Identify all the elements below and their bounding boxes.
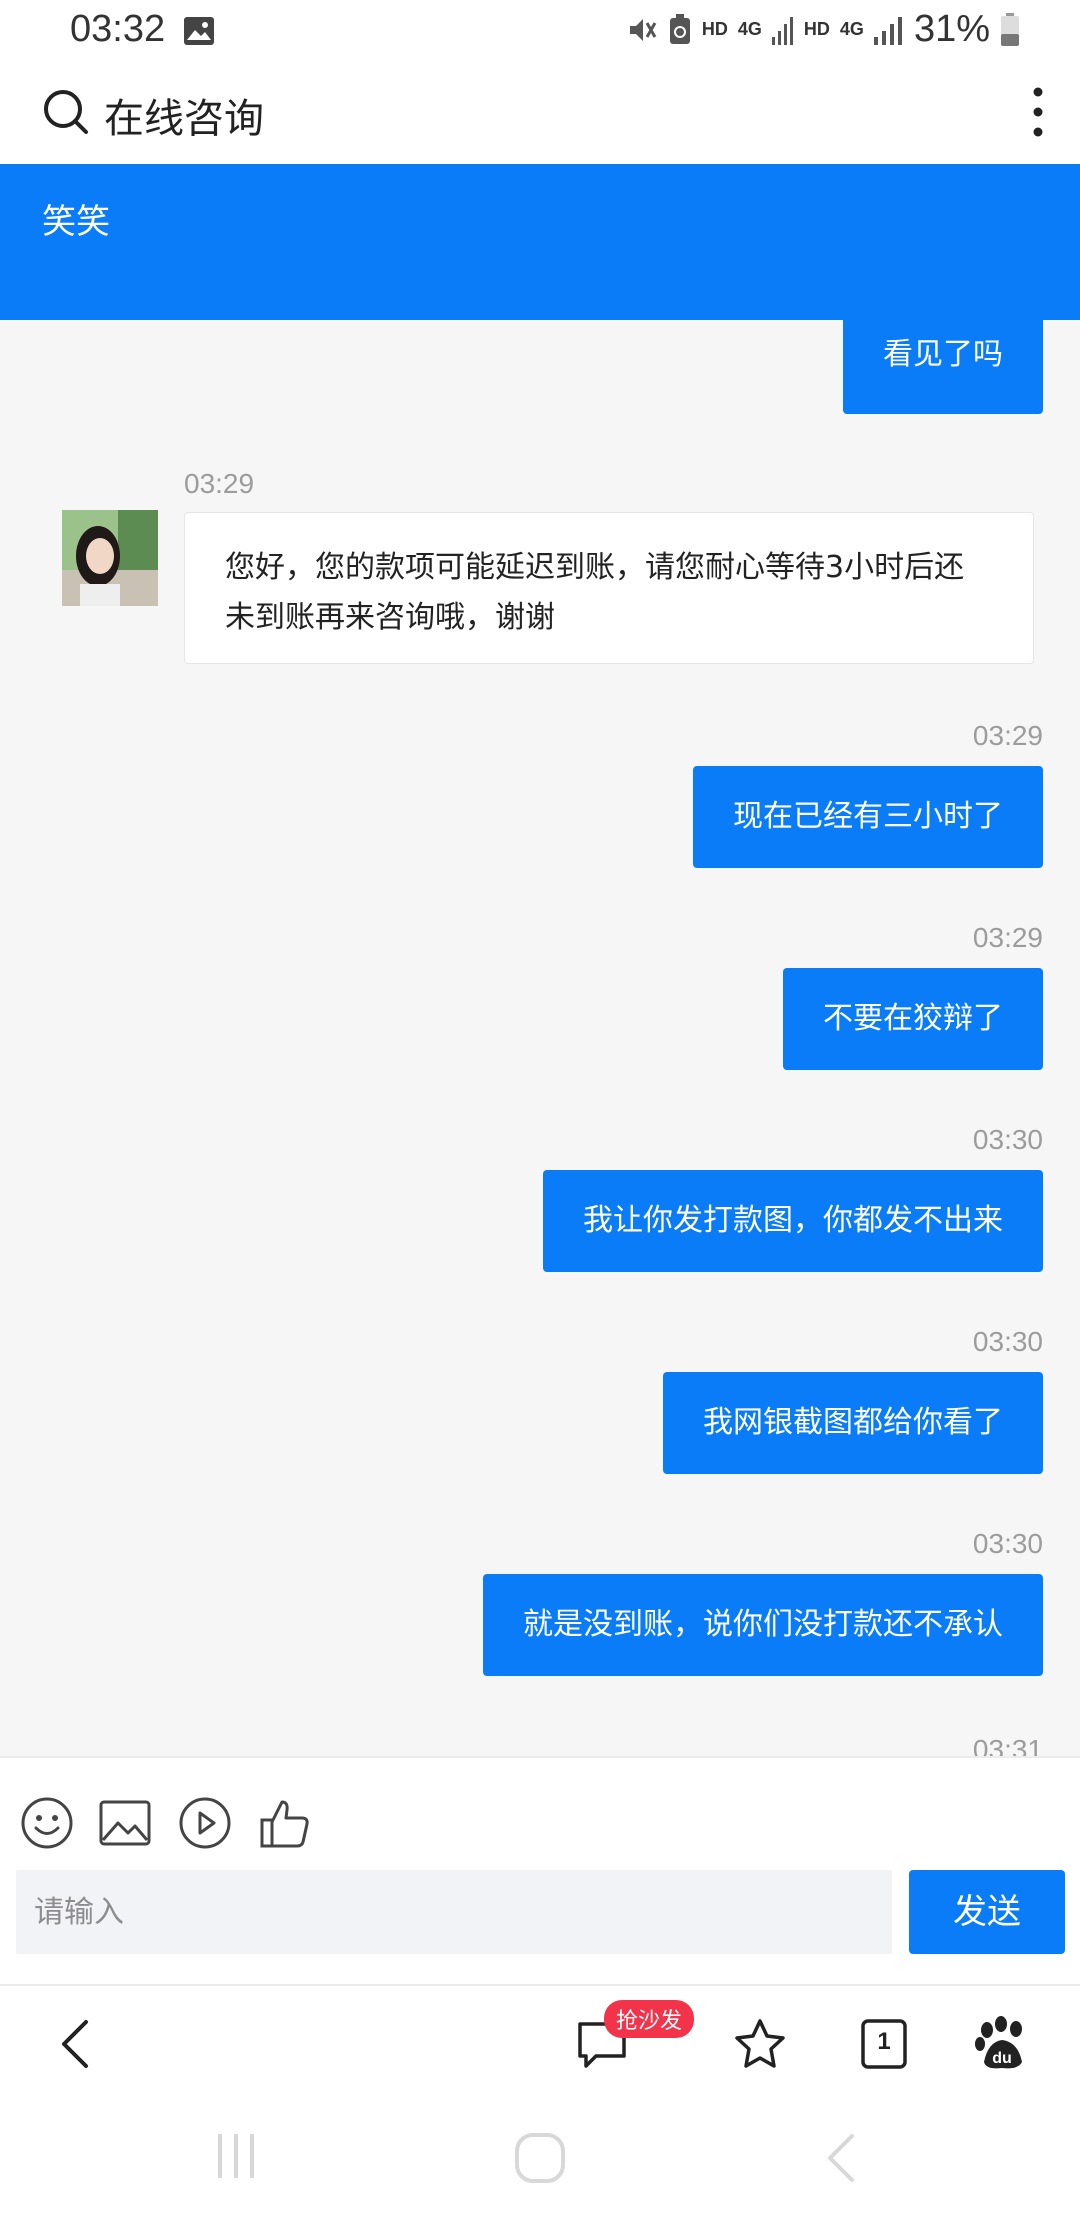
emoji-icon[interactable] (20, 1796, 74, 1850)
message-timestamp: 03:30 (972, 1528, 1043, 1559)
network-4g-label-1: 4G (737, 19, 762, 39)
outgoing-message-bubble: 现在已经有三小时了 (693, 766, 1043, 868)
message-timestamp: 03:30 (972, 1326, 1043, 1357)
back-icon[interactable] (50, 2016, 106, 2072)
message-timestamp: 03:29 (972, 922, 1043, 953)
app-header: 在线咨询 (0, 66, 1080, 164)
message-timestamp: 03:31 (972, 1734, 1043, 1756)
tabs-button[interactable]: 1 (856, 2016, 912, 2072)
battery-icon (1001, 12, 1019, 46)
comment-badge: 抢沙发 (604, 2000, 695, 2038)
outgoing-message-bubble: 不要在狡辩了 (783, 968, 1043, 1070)
hd-label-2: HD (803, 19, 830, 39)
message-input-box[interactable] (16, 1870, 892, 1954)
recent-apps-icon[interactable] (214, 2132, 260, 2180)
svg-text:du: du (992, 2050, 1012, 2067)
battery-percent: 31% (913, 8, 990, 50)
incoming-message-bubble: 您好，您的款项可能延迟到账，请您耐心等待3小时后还未到账再来咨询哦，谢谢 (184, 512, 1034, 664)
agent-name: 笑笑 (42, 202, 110, 242)
like-icon[interactable] (258, 1796, 312, 1850)
mute-icon (629, 18, 657, 41)
system-nav-bar (0, 2100, 1080, 2220)
page-title: 在线咨询 (104, 96, 264, 142)
network-4g-label-2: 4G (839, 19, 864, 39)
home-icon[interactable] (514, 2132, 566, 2184)
message-timestamp: 03:30 (972, 1124, 1043, 1155)
image-icon[interactable] (98, 1796, 152, 1850)
search-icon[interactable] (42, 88, 90, 136)
message-composer: 发送 (0, 1756, 1080, 1986)
baidu-paw-icon[interactable]: du (974, 2016, 1030, 2072)
nav-back-icon[interactable] (822, 2132, 862, 2184)
agent-avatar[interactable] (62, 510, 158, 606)
message-timestamp: 03:29 (184, 468, 255, 499)
message-timestamp: 03:29 (972, 720, 1043, 751)
send-button[interactable]: 发送 (909, 1870, 1065, 1954)
signal-icon-2 (873, 16, 902, 45)
more-options-icon[interactable] (1032, 86, 1044, 138)
video-icon[interactable] (178, 1796, 232, 1850)
message-input[interactable] (16, 1870, 892, 1954)
status-bar: 03:32 HD 4G HD 4G 31% (0, 0, 1080, 66)
browser-toolbar: 抢沙发 1 du (0, 1984, 1080, 2102)
star-icon[interactable] (732, 2016, 788, 2072)
outgoing-message-bubble: 我让你发打款图，你都发不出来 (543, 1170, 1043, 1272)
status-time: 03:32 (70, 8, 166, 50)
outgoing-message-bubble: 就是没到账，说你们没打款还不承认 (483, 1574, 1043, 1676)
chat-area[interactable]: 看见了吗 03:29 您好，您的款项可能延迟到账，请您耐心等待3小时后还未到账再… (0, 320, 1080, 1756)
gallery-notification-icon (184, 17, 214, 45)
status-indicators: HD 4G HD 4G 31% (626, 8, 1020, 51)
outgoing-message-bubble: 我网银截图都给你看了 (663, 1372, 1043, 1474)
outgoing-message-bubble: 看见了吗 (843, 320, 1043, 414)
signal-icon-1 (771, 16, 793, 45)
battery-saver-icon (669, 13, 690, 44)
hd-label-1: HD (701, 19, 728, 39)
agent-banner: 笑笑 (0, 164, 1080, 320)
tab-count: 1 (877, 2028, 891, 2055)
